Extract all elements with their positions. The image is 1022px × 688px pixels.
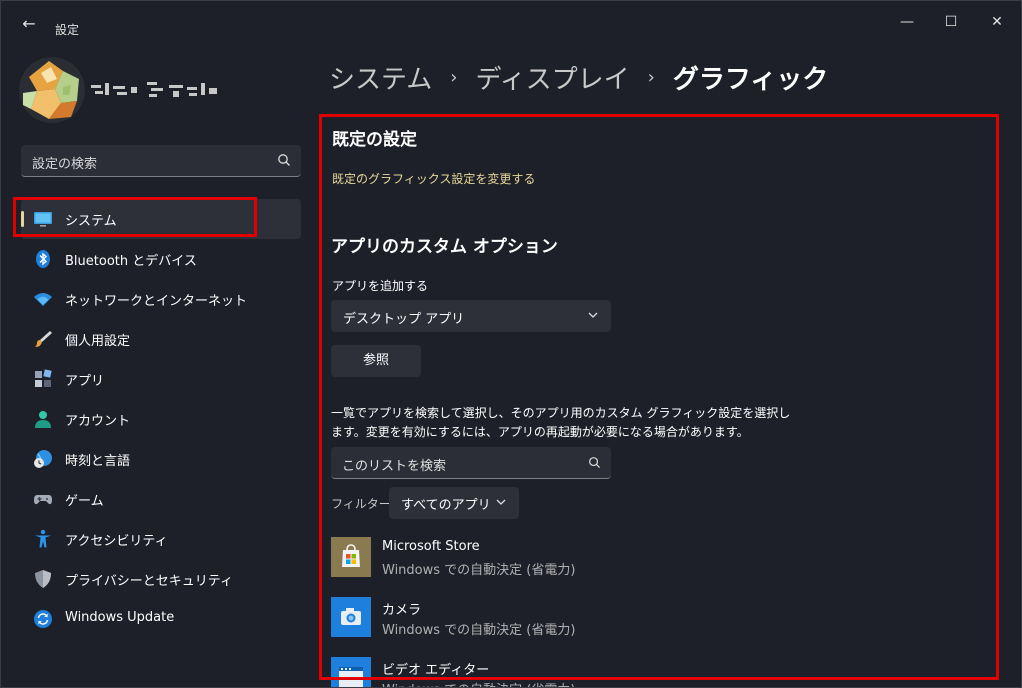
sidebar-item-network[interactable]: ネットワークとインターネット xyxy=(21,279,301,319)
breadcrumb-display[interactable]: ディスプレイ xyxy=(475,59,629,96)
monitor-icon xyxy=(34,212,52,227)
sidebar-item-label: Windows Update xyxy=(65,610,175,625)
app-graphics-status: Windows での自動決定 (省電力) xyxy=(382,563,576,578)
highlight-box-content xyxy=(319,114,999,680)
app-list-item-camera[interactable]: カメラ Windows での自動決定 (省電力) xyxy=(331,597,931,641)
sidebar-item-gaming[interactable]: ゲーム xyxy=(21,479,301,519)
shield-icon xyxy=(35,570,51,588)
sidebar-item-accounts[interactable]: アカウント xyxy=(21,399,301,439)
person-icon xyxy=(35,411,51,428)
sidebar-item-label: ネットワークとインターネット xyxy=(65,294,248,309)
search-icon[interactable] xyxy=(277,153,291,167)
sidebar-item-label: システム xyxy=(65,214,117,229)
minimize-button[interactable]: — xyxy=(885,7,929,37)
wifi-icon xyxy=(34,293,52,306)
sidebar-item-label: 個人用設定 xyxy=(65,334,131,349)
accessibility-icon xyxy=(35,529,51,548)
change-default-graphics-link[interactable]: 既定のグラフィックス設定を変更する xyxy=(332,170,535,187)
sidebar-nav: システム Bluetooth とデバイス ネットワークとインターネット 個人用設… xyxy=(21,199,301,639)
sidebar-item-label: Bluetooth とデバイス xyxy=(65,254,197,269)
app-graphics-status: Windows での自動決定 (省電力) xyxy=(382,623,576,638)
update-icon xyxy=(34,610,52,628)
app-list-search[interactable]: このリストを検索 xyxy=(331,447,611,479)
app-list-item-video-editor[interactable]: ビデオ エディター Windows での自動決定 (省電力) xyxy=(331,657,931,687)
close-button[interactable]: ✕ xyxy=(975,7,1019,37)
page-title: グラフィック xyxy=(672,65,829,95)
settings-window: ← 設定 — ☐ ✕ 設定の検索 システム Bluetooth とデバイス ネッ… xyxy=(0,0,1022,688)
video-editor-icon xyxy=(331,657,371,687)
filter-dropdown[interactable]: すべてのアプリ xyxy=(389,487,519,519)
avatar xyxy=(19,57,85,123)
sidebar-item-label: ゲーム xyxy=(65,494,104,509)
sidebar-item-system[interactable]: システム xyxy=(21,199,301,239)
globe-clock-icon xyxy=(34,450,52,468)
microsoft-store-icon xyxy=(331,537,371,577)
settings-search-box[interactable]: 設定の検索 xyxy=(21,145,301,177)
camera-icon xyxy=(331,597,371,637)
sidebar-item-label: アクセシビリティ xyxy=(65,534,168,549)
sidebar-item-privacy[interactable]: プライバシーとセキュリティ xyxy=(21,559,301,599)
list-search-placeholder: このリストを検索 xyxy=(342,459,447,474)
back-button[interactable]: ← xyxy=(15,13,43,35)
sidebar-item-apps[interactable]: アプリ xyxy=(21,359,301,399)
brush-icon xyxy=(35,331,52,347)
gamepad-icon xyxy=(34,495,52,505)
breadcrumb-system[interactable]: システム xyxy=(329,59,432,96)
blurred-username xyxy=(91,82,217,97)
app-name: Microsoft Store xyxy=(382,539,480,554)
apps-icon xyxy=(35,369,52,387)
sidebar-item-time-language[interactable]: 時刻と言語 xyxy=(21,439,301,479)
filter-value: すべてのアプリ xyxy=(401,498,491,513)
chevron-down-icon xyxy=(496,499,506,505)
sidebar-item-accessibility[interactable]: アクセシビリティ xyxy=(21,519,301,559)
custom-options-heading: アプリのカスタム オプション xyxy=(331,237,558,257)
sidebar-item-label: 時刻と言語 xyxy=(65,454,131,469)
app-type-value: デスクトップ アプリ xyxy=(343,312,465,327)
search-placeholder: 設定の検索 xyxy=(32,157,98,172)
sidebar-item-label: プライバシーとセキュリティ xyxy=(65,574,233,589)
active-indicator xyxy=(21,211,24,227)
breadcrumb-separator: › xyxy=(647,67,655,88)
sidebar-item-label: アプリ xyxy=(65,374,105,389)
sidebar-item-personalization[interactable]: 個人用設定 xyxy=(21,319,301,359)
filter-label: フィルター: xyxy=(331,497,395,511)
sidebar-item-windows-update[interactable]: Windows Update xyxy=(21,599,301,639)
app-list-description: 一覧でアプリを検索して選択し、そのアプリ用のカスタム グラフィック設定を選択しま… xyxy=(331,406,791,439)
breadcrumb: システム › ディスプレイ › グラフィック xyxy=(329,59,828,99)
browse-button[interactable]: 参照 xyxy=(331,345,421,377)
app-type-dropdown[interactable]: デスクトップ アプリ xyxy=(331,300,611,332)
app-name: カメラ xyxy=(382,603,422,618)
chevron-down-icon xyxy=(588,312,598,318)
bluetooth-icon xyxy=(36,250,50,268)
user-profile[interactable] xyxy=(17,55,287,127)
sidebar-item-bluetooth[interactable]: Bluetooth とデバイス xyxy=(21,239,301,279)
sidebar-item-label: アカウント xyxy=(65,414,131,429)
breadcrumb-separator: › xyxy=(450,67,458,88)
maximize-button[interactable]: ☐ xyxy=(929,7,973,37)
app-title: 設定 xyxy=(55,23,80,37)
title-bar: ← 設定 — ☐ ✕ xyxy=(1,1,1021,45)
app-graphics-status: Windows での自動決定 (省電力) xyxy=(382,679,575,687)
search-icon[interactable] xyxy=(588,456,601,469)
add-app-label: アプリを追加する xyxy=(332,279,429,293)
app-list-item-microsoft-store[interactable]: Microsoft Store Windows での自動決定 (省電力) xyxy=(331,537,931,581)
default-settings-heading: 既定の設定 xyxy=(332,130,417,150)
app-name: ビデオ エディター xyxy=(382,663,490,678)
